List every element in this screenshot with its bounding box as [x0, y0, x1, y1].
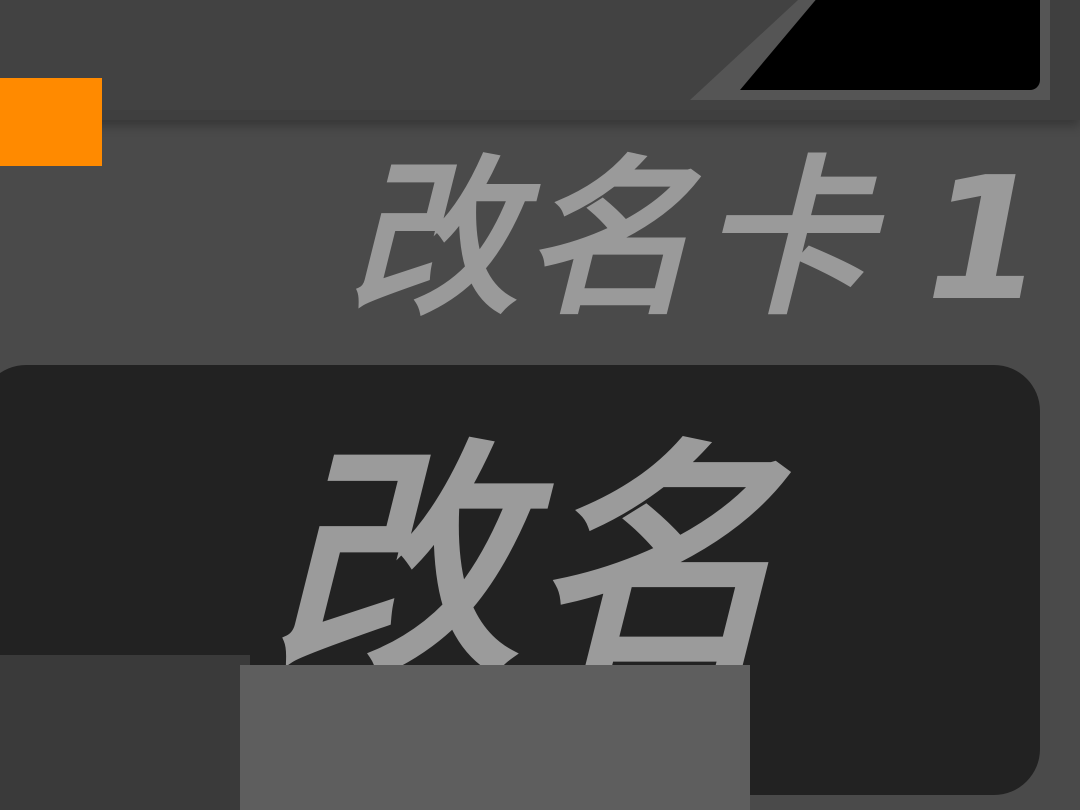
lower-left-panel: [0, 655, 250, 810]
item-count: 1: [925, 141, 1050, 339]
item-name: 改名卡: [347, 141, 876, 339]
item-label: 改名卡 1: [190, 130, 1050, 350]
orange-accent-marker: [0, 78, 102, 166]
lower-center-panel: [240, 665, 750, 810]
game-screen: 改名卡 1 改名: [0, 0, 1080, 810]
rename-button-label: 改名: [270, 419, 790, 710]
